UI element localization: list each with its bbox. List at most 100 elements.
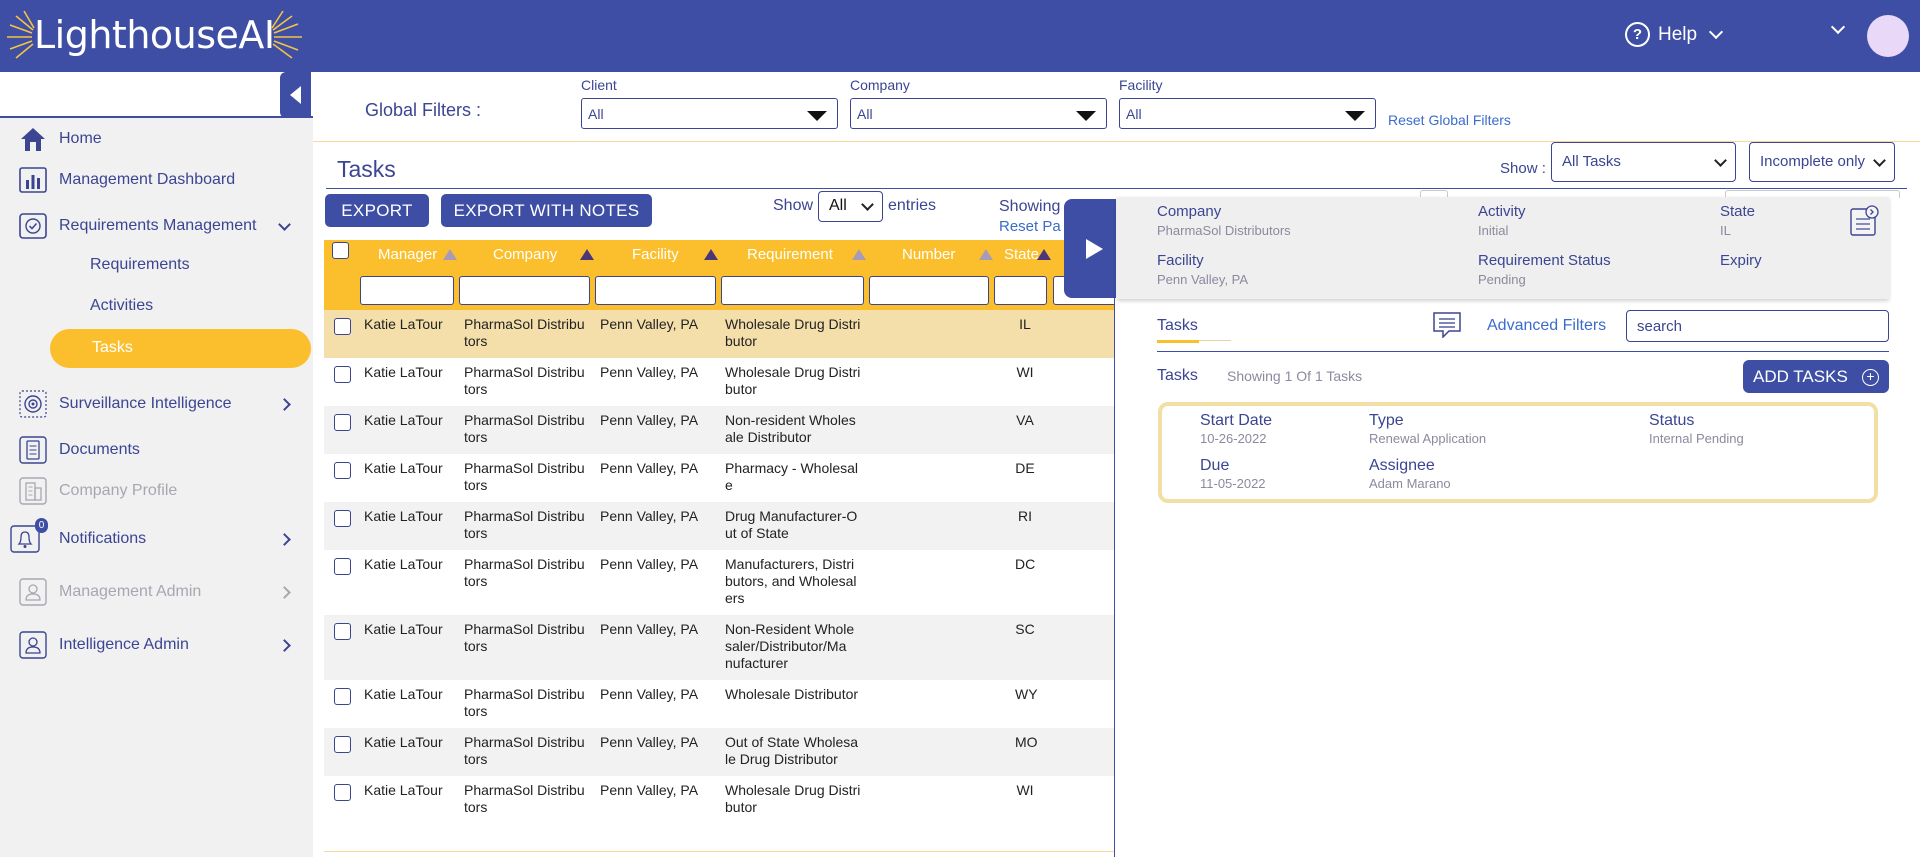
reset-page-link[interactable]: Reset Pa xyxy=(999,218,1061,235)
table-row[interactable]: Katie LaTour PharmaSol Distribu tors Penn V… xyxy=(324,550,1114,615)
table-row[interactable]: Katie LaTour PharmaSol Distribu tors Penn V… xyxy=(324,680,1114,728)
row-checkbox[interactable] xyxy=(334,414,351,431)
app-logo[interactable]: LighthouseAI xyxy=(4,8,302,64)
table-row[interactable]: Katie LaTour PharmaSol Distribu tors Penn V… xyxy=(324,310,1114,358)
column-header-facility[interactable]: Facility xyxy=(632,246,679,263)
requirement-document-icon[interactable] xyxy=(1850,205,1880,241)
row-checkbox[interactable] xyxy=(334,318,351,335)
sidebar-item-surveillance-intelligence[interactable]: Surveillance Intelligence xyxy=(0,386,313,422)
row-checkbox[interactable] xyxy=(334,784,351,801)
sidebar-item-home[interactable]: Home xyxy=(0,121,313,157)
sidebar-header xyxy=(0,72,313,118)
reset-global-filters-link[interactable]: Reset Global Filters xyxy=(1388,112,1511,128)
sidebar-item-company-profile[interactable]: Company Profile xyxy=(0,473,313,509)
help-menu[interactable]: ? Help xyxy=(1625,22,1724,47)
sidebar-item-label: Home xyxy=(59,130,102,147)
user-icon xyxy=(18,577,48,607)
table-row[interactable]: Katie LaTour PharmaSol Distribu tors Penn V… xyxy=(324,728,1114,776)
number-filter-input[interactable] xyxy=(869,276,989,305)
table-row[interactable]: Katie LaTour PharmaSol Distribu tors Penn V… xyxy=(324,406,1114,454)
sort-icon[interactable] xyxy=(852,249,866,260)
facility-select[interactable]: All xyxy=(1119,98,1376,129)
tab-tasks[interactable]: Tasks xyxy=(1157,317,1198,335)
cell-company-line: PharmaSol Distribu xyxy=(464,412,585,428)
global-filters-bar: Global Filters : Client All Company All … xyxy=(313,72,1920,142)
sidebar-item-tasks[interactable]: Tasks xyxy=(50,329,311,368)
row-checkbox[interactable] xyxy=(334,558,351,575)
client-select[interactable]: All xyxy=(581,98,838,129)
table-row[interactable]: Katie LaTour PharmaSol Distribu tors Penn V… xyxy=(324,358,1114,406)
cell-company: PharmaSol Distribu tors xyxy=(464,621,585,655)
sidebar-item-management-admin[interactable]: Management Admin xyxy=(0,574,313,610)
export-with-notes-button[interactable]: EXPORT WITH NOTES xyxy=(441,194,652,227)
sidebar-item-documents[interactable]: Documents xyxy=(0,432,313,468)
row-checkbox[interactable] xyxy=(334,736,351,753)
cell-manager: Katie LaTour xyxy=(364,316,443,332)
cell-company-line: PharmaSol Distribu xyxy=(464,782,585,798)
sidebar-item-management-dashboard[interactable]: Management Dashboard xyxy=(0,162,313,198)
row-checkbox[interactable] xyxy=(334,462,351,479)
sort-icon[interactable] xyxy=(1037,249,1051,260)
company-filter-input[interactable] xyxy=(459,276,590,305)
sidebar-item-intelligence-admin[interactable]: Intelligence Admin xyxy=(0,627,313,663)
table-row[interactable]: Katie LaTour PharmaSol Distribu tors Penn V… xyxy=(324,454,1114,502)
sidebar-item-requirements-management[interactable]: Requirements Management xyxy=(0,208,313,244)
sidebar-item-requirements[interactable]: Requirements xyxy=(0,247,313,283)
column-header-number[interactable]: Number xyxy=(902,246,955,263)
cell-requirement: Non-resident Wholes ale Distributor xyxy=(725,412,856,446)
state-filter-input[interactable] xyxy=(994,276,1047,305)
facility-filter-input[interactable] xyxy=(595,276,716,305)
sort-icon[interactable] xyxy=(979,249,993,260)
entries-show-label: Show xyxy=(773,197,814,214)
table-row[interactable]: Katie LaTour PharmaSol Distribu tors Penn V… xyxy=(324,615,1114,680)
detail-req-status-label: Requirement Status xyxy=(1478,252,1611,269)
export-button[interactable]: EXPORT xyxy=(325,194,429,227)
column-header-state[interactable]: State xyxy=(1004,246,1039,263)
manager-filter-input[interactable] xyxy=(360,276,454,305)
cell-requirement-line: e xyxy=(725,477,733,493)
task-type-select[interactable]: All Tasks xyxy=(1551,142,1736,182)
cell-state: WI xyxy=(1016,364,1034,380)
detail-activity-value: Initial xyxy=(1478,223,1509,238)
sidebar-item-activities[interactable]: Activities xyxy=(0,288,313,324)
task-status-select[interactable]: Incomplete only xyxy=(1749,142,1895,182)
task-type-label: Type xyxy=(1369,412,1404,429)
cell-requirement-line: Non-Resident Whole xyxy=(725,621,855,637)
sidebar-item-notifications[interactable]: 0 Notifications xyxy=(0,518,313,557)
expand-panel-button[interactable] xyxy=(1064,199,1116,298)
detail-facility-label: Facility xyxy=(1157,252,1204,269)
show-filter-label: Show : xyxy=(1500,160,1546,177)
entries-select[interactable]: All xyxy=(818,191,883,222)
sort-icon[interactable] xyxy=(704,249,718,260)
notes-icon[interactable] xyxy=(1433,312,1461,342)
cell-facility: Penn Valley, PA xyxy=(600,621,699,637)
column-header-manager[interactable]: Manager xyxy=(378,246,437,263)
cell-requirement-line: ale Distributor xyxy=(725,429,812,445)
table-row[interactable]: Katie LaTour PharmaSol Distribu tors Penn V… xyxy=(324,776,1114,824)
cell-company-line: tors xyxy=(464,573,488,589)
avatar[interactable] xyxy=(1867,15,1909,57)
table-bottom-border xyxy=(324,851,1114,852)
select-all-checkbox[interactable] xyxy=(332,242,349,259)
sort-icon[interactable] xyxy=(443,249,457,260)
add-tasks-button[interactable]: ADD TASKS + xyxy=(1743,360,1889,393)
table-row[interactable]: Katie LaTour PharmaSol Distribu tors Penn V… xyxy=(324,502,1114,550)
user-menu-chevron-icon[interactable] xyxy=(1830,19,1846,35)
row-checkbox[interactable] xyxy=(334,688,351,705)
task-card[interactable]: Start Date 10-26-2022 Type Renewal Appli… xyxy=(1158,402,1878,503)
requirement-filter-input[interactable] xyxy=(721,276,864,305)
sort-icon[interactable] xyxy=(580,249,594,260)
advanced-filters-link[interactable]: Advanced Filters xyxy=(1487,317,1606,335)
divider xyxy=(326,188,1907,189)
column-header-company[interactable]: Company xyxy=(493,246,557,263)
row-checkbox[interactable] xyxy=(334,510,351,527)
sidebar-collapse-button[interactable] xyxy=(280,72,311,118)
company-select[interactable]: All xyxy=(850,98,1107,129)
play-arrow-icon xyxy=(1085,238,1103,259)
column-header-requirement[interactable]: Requirement xyxy=(747,246,833,263)
search-input[interactable]: search xyxy=(1626,310,1889,342)
row-checkbox[interactable] xyxy=(334,366,351,383)
sidebar-item-label: Requirements Management xyxy=(59,217,257,234)
task-assignee-label: Assignee xyxy=(1369,457,1435,474)
row-checkbox[interactable] xyxy=(334,623,351,640)
